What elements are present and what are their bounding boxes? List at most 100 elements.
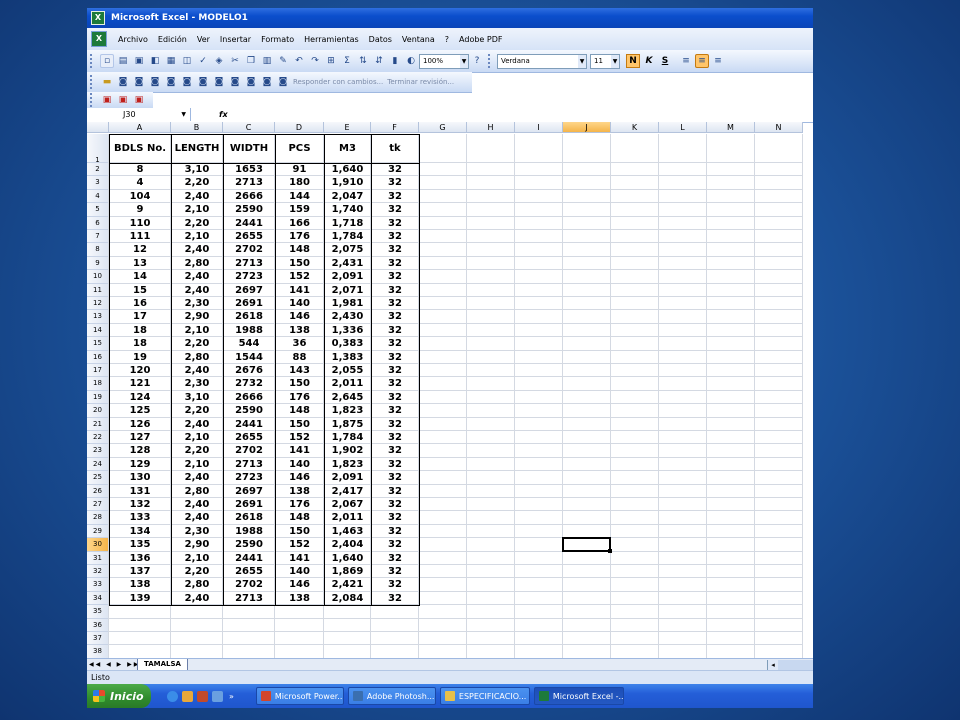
row-header[interactable]: 35 <box>87 605 109 619</box>
table-cell[interactable]: 140 <box>275 565 324 578</box>
column-header-D[interactable]: D <box>275 122 324 133</box>
table-cell[interactable]: 152 <box>275 538 324 551</box>
column-header-J[interactable]: J <box>563 122 611 133</box>
table-cell[interactable]: 2713 <box>223 592 275 605</box>
row-header[interactable]: 19 <box>87 390 109 405</box>
row-header[interactable]: 2 <box>87 163 109 177</box>
underline-button[interactable]: S <box>658 54 672 68</box>
table-cell[interactable]: 176 <box>275 498 324 511</box>
permission-icon[interactable]: ◧ <box>148 54 162 68</box>
align-right-icon[interactable]: ≡ <box>711 54 725 68</box>
review-icon[interactable]: ◙ <box>148 75 162 89</box>
row-header[interactable]: 12 <box>87 297 109 311</box>
row-header[interactable]: 34 <box>87 591 109 606</box>
row-header[interactable]: 29 <box>87 524 109 539</box>
quicklaunch-icon[interactable] <box>182 690 193 702</box>
table-cell[interactable]: 2655 <box>223 230 275 243</box>
table-cell[interactable]: 2713 <box>223 176 275 189</box>
table-cell[interactable]: 2,30 <box>171 525 223 538</box>
review-icon[interactable]: ◙ <box>132 75 146 89</box>
table-cell[interactable]: 32 <box>371 217 419 230</box>
table-cell[interactable]: 2,40 <box>171 498 223 511</box>
row-header[interactable]: 3 <box>87 176 109 190</box>
row-header[interactable]: 27 <box>87 498 109 512</box>
table-cell[interactable]: 135 <box>109 538 171 551</box>
table-cell[interactable]: 32 <box>371 538 419 551</box>
table-cell[interactable]: 141 <box>275 284 324 297</box>
table-cell[interactable]: 146 <box>275 471 324 484</box>
table-cell[interactable]: 146 <box>275 310 324 323</box>
table-cell[interactable]: 32 <box>371 243 419 256</box>
redo-icon[interactable]: ↷ <box>308 54 322 68</box>
table-cell[interactable]: 2,067 <box>324 498 371 511</box>
table-cell[interactable]: 32 <box>371 418 419 431</box>
row-header[interactable]: 15 <box>87 337 109 351</box>
font-size-select[interactable]: 11 ▼ <box>590 53 620 69</box>
table-cell[interactable]: 159 <box>275 203 324 216</box>
table-cell[interactable]: 1,640 <box>324 163 371 176</box>
table-cell[interactable]: 2,40 <box>171 592 223 605</box>
active-cell[interactable] <box>562 537 612 553</box>
select-all-corner[interactable] <box>87 122 109 133</box>
table-cell[interactable]: 1,869 <box>324 565 371 578</box>
table-cell[interactable]: 1,784 <box>324 431 371 444</box>
new-icon[interactable]: ▫ <box>100 54 114 68</box>
table-cell[interactable]: 2,40 <box>171 511 223 524</box>
worksheet-grid[interactable]: ABCDEFGHIJKLMN 1 2 3 4 5 6 7 8 9 10 11 12 13 14 15 16 17… <box>87 122 813 664</box>
table-cell[interactable]: 176 <box>275 230 324 243</box>
table-cell[interactable]: 2,20 <box>171 444 223 457</box>
table-cell[interactable]: 18 <box>109 337 171 350</box>
table-cell[interactable]: 32 <box>371 230 419 243</box>
table-cell[interactable]: 121 <box>109 377 171 390</box>
table-cell[interactable]: 1,463 <box>324 525 371 538</box>
table-cell[interactable]: 1,784 <box>324 230 371 243</box>
column-header-L[interactable]: L <box>659 122 707 133</box>
table-cell[interactable]: 2,431 <box>324 257 371 270</box>
table-cell[interactable]: 88 <box>275 351 324 364</box>
chart-wizard-icon[interactable]: ▮ <box>388 54 402 68</box>
table-cell[interactable]: 139 <box>109 592 171 605</box>
table-cell[interactable]: 32 <box>371 176 419 189</box>
table-cell[interactable]: 2,40 <box>171 284 223 297</box>
table-cell[interactable]: 32 <box>371 485 419 498</box>
row-header[interactable]: 28 <box>87 511 109 525</box>
table-cell[interactable]: 148 <box>275 511 324 524</box>
cut-icon[interactable]: ✂ <box>228 54 242 68</box>
table-cell[interactable]: 2702 <box>223 444 275 457</box>
table-cell[interactable]: 2,430 <box>324 310 371 323</box>
table-cell[interactable]: 544 <box>223 337 275 350</box>
table-cell[interactable]: 2,011 <box>324 511 371 524</box>
table-cell[interactable]: 133 <box>109 511 171 524</box>
scroll-left-icon[interactable]: ◂ <box>768 660 778 670</box>
review-icon[interactable]: ◙ <box>260 75 274 89</box>
table-cell[interactable]: 2713 <box>223 257 275 270</box>
align-center-icon[interactable]: ≡ <box>695 54 709 68</box>
row-header[interactable]: 5 <box>87 203 109 217</box>
table-cell[interactable]: 180 <box>275 176 324 189</box>
table-header-cell[interactable]: BDLS No. <box>109 134 171 163</box>
table-cell[interactable]: 138 <box>109 578 171 591</box>
table-cell[interactable]: 2723 <box>223 471 275 484</box>
review-icon[interactable]: ◙ <box>164 75 178 89</box>
table-cell[interactable]: 4 <box>109 176 171 189</box>
table-cell[interactable]: 2,40 <box>171 364 223 377</box>
table-cell[interactable]: 1,718 <box>324 217 371 230</box>
column-header-C[interactable]: C <box>223 122 275 133</box>
table-cell[interactable]: 2618 <box>223 310 275 323</box>
table-header-cell[interactable]: PCS <box>275 134 324 163</box>
table-cell[interactable]: 152 <box>275 431 324 444</box>
table-cell[interactable]: 1988 <box>223 525 275 538</box>
table-cell[interactable]: 2,20 <box>171 565 223 578</box>
table-cell[interactable]: 176 <box>275 391 324 404</box>
table-cell[interactable]: 2,40 <box>171 471 223 484</box>
table-cell[interactable]: 2,90 <box>171 310 223 323</box>
undo-icon[interactable]: ↶ <box>292 54 306 68</box>
research-icon[interactable]: ◈ <box>212 54 226 68</box>
align-left-icon[interactable]: ≡ <box>679 54 693 68</box>
table-cell[interactable]: 150 <box>275 257 324 270</box>
row-header[interactable]: 9 <box>87 256 109 271</box>
row-header[interactable]: 16 <box>87 350 109 364</box>
row-header[interactable]: 38 <box>87 645 109 659</box>
table-header-cell[interactable]: WIDTH <box>223 134 275 163</box>
format-painter-icon[interactable]: ✎ <box>276 54 290 68</box>
